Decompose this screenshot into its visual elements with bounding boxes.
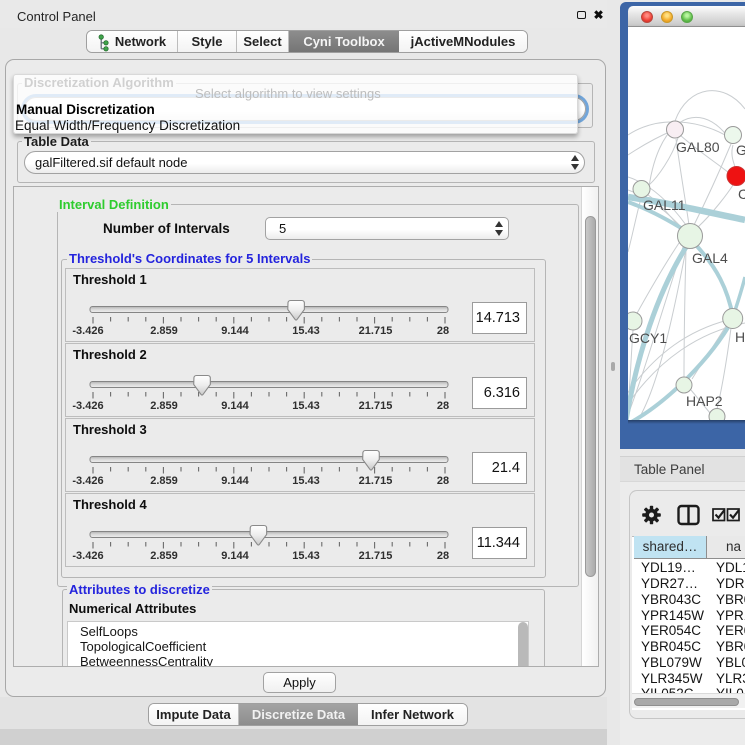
svg-text:2.859: 2.859 [150, 550, 178, 562]
svg-text:15.43: 15.43 [292, 400, 320, 412]
svg-text:15.43: 15.43 [292, 325, 320, 337]
svg-text:GAL80: GAL80 [676, 139, 720, 155]
svg-text:21.715: 21.715 [359, 550, 393, 562]
svg-text:21.715: 21.715 [359, 400, 393, 412]
svg-text:GCY1: GCY1 [629, 330, 667, 346]
svg-text:28: 28 [437, 475, 449, 487]
svg-text:9.144: 9.144 [221, 550, 249, 562]
svg-text:GAL11: GAL11 [643, 197, 686, 213]
svg-text:28: 28 [437, 550, 449, 562]
svg-text:-3.426: -3.426 [72, 325, 103, 337]
svg-text:2.859: 2.859 [150, 325, 178, 337]
svg-text:15.43: 15.43 [292, 550, 320, 562]
svg-text:9.144: 9.144 [221, 475, 249, 487]
svg-text:-3.426: -3.426 [72, 550, 103, 562]
svg-text:-3.426: -3.426 [72, 475, 103, 487]
svg-text:9.144: 9.144 [221, 325, 249, 337]
svg-text:15.43: 15.43 [292, 475, 320, 487]
svg-text:HA: HA [735, 329, 745, 345]
svg-text:2.859: 2.859 [150, 400, 178, 412]
svg-text:2.859: 2.859 [150, 475, 178, 487]
svg-text:28: 28 [437, 325, 449, 337]
svg-text:28: 28 [437, 400, 449, 412]
svg-text:-3.426: -3.426 [72, 400, 103, 412]
svg-text:HAP2: HAP2 [686, 393, 723, 409]
svg-text:GAL4: GAL4 [692, 250, 728, 266]
svg-text:21.715: 21.715 [359, 325, 393, 337]
svg-text:9.144: 9.144 [221, 400, 249, 412]
svg-text:21.715: 21.715 [359, 475, 393, 487]
svg-text:GA: GA [736, 142, 745, 158]
svg-text:CY: CY [738, 186, 745, 202]
